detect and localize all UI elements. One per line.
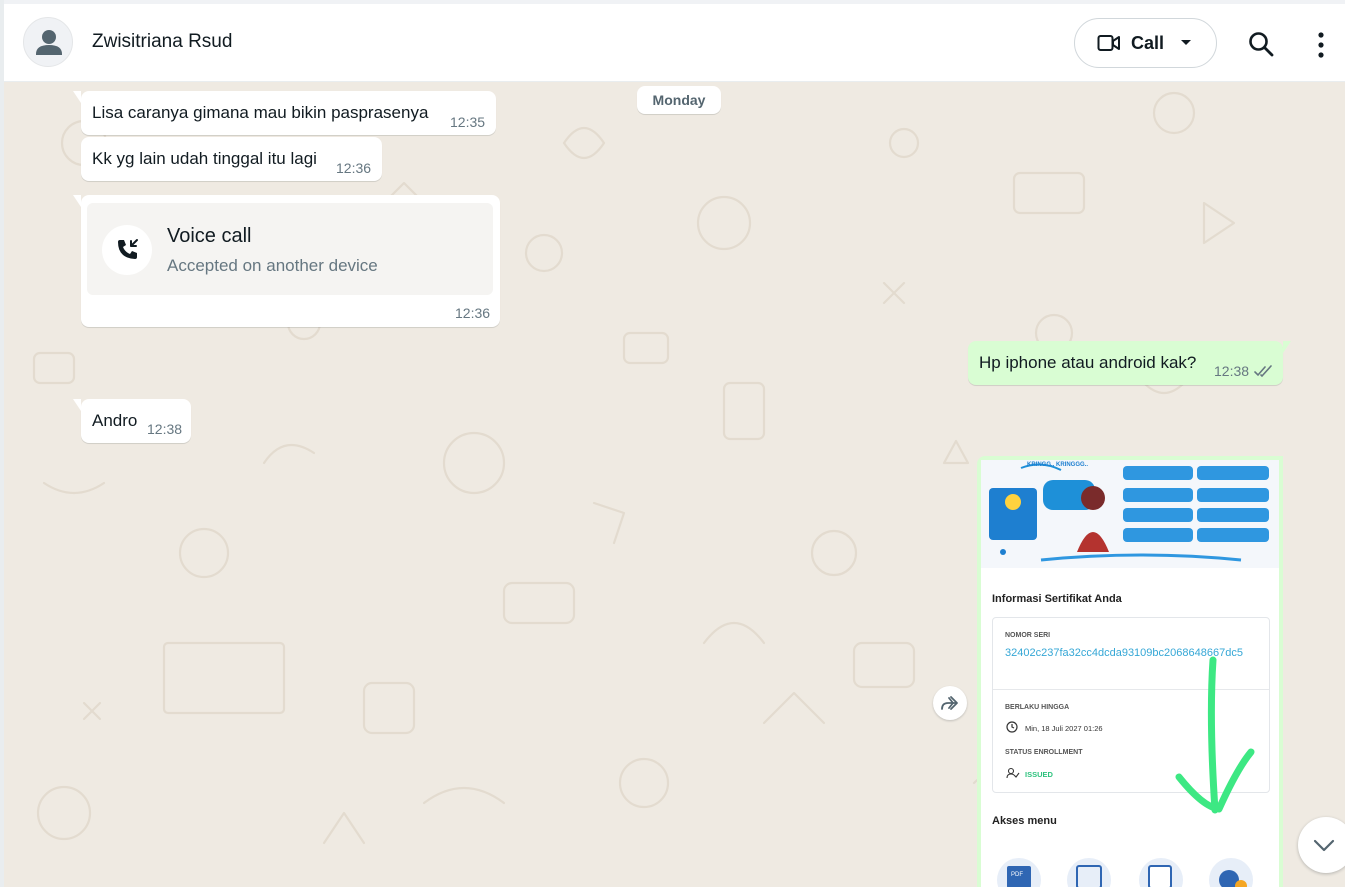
double-check-icon — [1254, 365, 1272, 378]
forward-button[interactable] — [933, 686, 967, 720]
day-separator: Monday — [637, 86, 721, 114]
call-button-label: Call — [1131, 32, 1165, 53]
bubble-tail — [73, 195, 81, 207]
message-text: Lisa caranya gimana mau bikin paspraseny… — [92, 103, 429, 122]
search-icon[interactable] — [1248, 31, 1274, 57]
message-text: Andro — [92, 411, 138, 430]
outgoing-message[interactable]: Hp iphone atau android kak? 12:38 — [968, 341, 1291, 385]
voice-call-subtitle: Accepted on another device — [167, 256, 378, 275]
chevron-down-icon — [1181, 40, 1192, 45]
forward-icon — [941, 696, 958, 710]
green-arrow-annotation — [1175, 656, 1255, 814]
incoming-message[interactable]: Andro 12:38 — [73, 399, 191, 443]
bubble-tail — [73, 91, 81, 103]
message-text: Hp iphone atau android kak? — [979, 353, 1197, 372]
message-time: 12:38 — [147, 421, 183, 437]
scroll-to-bottom-button[interactable] — [1298, 817, 1345, 873]
voice-call-title: Voice call — [167, 225, 252, 247]
message-time: 12:36 — [455, 305, 491, 321]
person-icon — [36, 30, 62, 55]
voice-call-message[interactable]: Voice call Accepted on another device 12… — [73, 195, 500, 327]
chat-area[interactable]: Monday Lisa caranya gimana mau bikin pas… — [4, 83, 1345, 887]
contact-avatar[interactable] — [23, 17, 73, 67]
voice-call-card[interactable]: Voice call Accepted on another device — [87, 203, 493, 295]
image-message-screenshot[interactable]: KRINGG.. KRINGGG.. Informasi Sertifikat … — [981, 460, 1279, 887]
chat-header: Zwisitriana Rsud Call — [4, 4, 1345, 82]
message-text: Kk yg lain udah tinggal itu lagi — [92, 149, 317, 168]
image-message[interactable]: KRINGG.. KRINGGG.. Informasi Sertifikat … — [977, 456, 1283, 887]
video-camera-icon — [1097, 35, 1120, 51]
bubble-tail — [1283, 341, 1291, 353]
bubble-tail — [73, 399, 81, 411]
incoming-message[interactable]: Kk yg lain udah tinggal itu lagi 12:36 — [81, 137, 382, 181]
contact-name[interactable]: Zwisitriana Rsud — [92, 31, 232, 53]
phone-incoming-icon — [118, 239, 138, 259]
call-button[interactable]: Call — [1074, 18, 1217, 68]
voice-call-icon-circle — [102, 225, 152, 275]
message-time: 12:36 — [336, 160, 372, 176]
incoming-message[interactable]: Lisa caranya gimana mau bikin paspraseny… — [73, 91, 496, 135]
more-vertical-icon[interactable] — [1316, 31, 1326, 59]
message-time: 12:38 — [1214, 363, 1250, 379]
message-time: 12:35 — [450, 114, 486, 130]
scroll-down-chevron-icon — [1313, 839, 1335, 852]
